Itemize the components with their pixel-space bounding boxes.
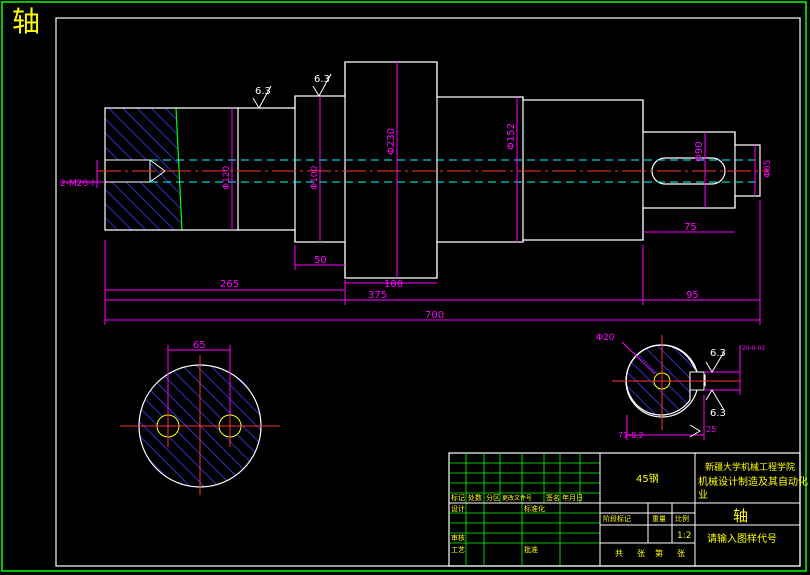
dim-phi90: Φ90 — [694, 141, 705, 162]
roughness-1: 6.3 — [255, 86, 271, 97]
dim-key-tol: 20-0.02 — [742, 345, 765, 352]
dim-key-width: 71-0.2 — [618, 431, 644, 440]
major-cont: 业 — [698, 489, 708, 501]
school: 新疆大学机械工程学院 — [705, 461, 795, 473]
dim-phi20: Φ20 — [596, 333, 615, 343]
dim-50: 50 — [314, 255, 327, 266]
shaft-main-view: 6.3 6.3 265 375 700 95 50 100 75 2-M20-H… — [60, 61, 773, 325]
dim-phi100: Φ100 — [310, 165, 320, 190]
keyway-section-view: Φ20 71-0.2 20-0.02 25 6.3 6.3 — [596, 333, 765, 440]
lbl-weight: 重量 — [652, 515, 666, 523]
dim-r25: 25 — [706, 425, 716, 434]
roughness-4: 6.3 — [710, 408, 726, 419]
dim-265: 265 — [220, 279, 239, 290]
dim-375: 375 — [368, 290, 387, 301]
roughness-3: 6.3 — [710, 348, 726, 359]
lbl-ratio: 比例 — [675, 514, 689, 523]
lbl-sheet: 张 — [637, 549, 645, 558]
roughness-2: 6.3 — [314, 74, 330, 85]
material: 45钢 — [636, 472, 659, 485]
dim-phi230: Φ230 — [386, 128, 397, 155]
dim-tap: 2-M20-H — [60, 179, 98, 189]
lbl-sheet2: 张 — [677, 549, 685, 558]
dim-95: 95 — [686, 290, 699, 301]
dim-100: 100 — [384, 279, 403, 290]
lbl-zone: 分区 — [486, 493, 500, 502]
drawing-no: 请输入图样代号 — [707, 532, 777, 545]
cad-drawing: 6.3 6.3 265 375 700 95 50 100 75 2-M20-H… — [1, 1, 808, 572]
lbl-approve: 批准 — [524, 545, 538, 554]
lbl-total: 共 — [615, 549, 623, 558]
lbl-process: 工艺 — [451, 546, 465, 554]
lbl-date: 年月日 — [562, 493, 583, 502]
dim-65: 65 — [193, 340, 206, 351]
part-name: 轴 — [733, 507, 748, 525]
dim-75: 75 — [684, 222, 697, 233]
lbl-sign: 签名 — [546, 493, 560, 502]
major: 机械设计制造及其自动化 — [698, 475, 808, 488]
outer-border — [1, 1, 807, 572]
lbl-stage: 阶段标记 — [603, 514, 631, 523]
lbl-count: 处数 — [468, 493, 482, 502]
lbl-mark: 标记 — [451, 493, 465, 502]
dim-phi65: Φ65 — [763, 159, 773, 178]
scale: 1:2 — [677, 531, 691, 541]
lbl-standardize: 标准化 — [524, 504, 545, 513]
dim-700: 700 — [425, 310, 444, 321]
dim-phi152: Φ152 — [506, 123, 517, 150]
lbl-change: 更改文件号 — [502, 494, 532, 502]
end-view-left: 65 — [120, 340, 280, 495]
title-block: 45钢 新疆大学机械工程学院 机械设计制造及其自动化 业 轴 请输入图样代号 1… — [448, 452, 808, 567]
dim-phi120: Φ120 — [222, 165, 232, 190]
lbl-review: 审核 — [451, 533, 465, 542]
lbl-design: 设计 — [451, 504, 465, 513]
lbl-page: 第 — [655, 548, 663, 558]
